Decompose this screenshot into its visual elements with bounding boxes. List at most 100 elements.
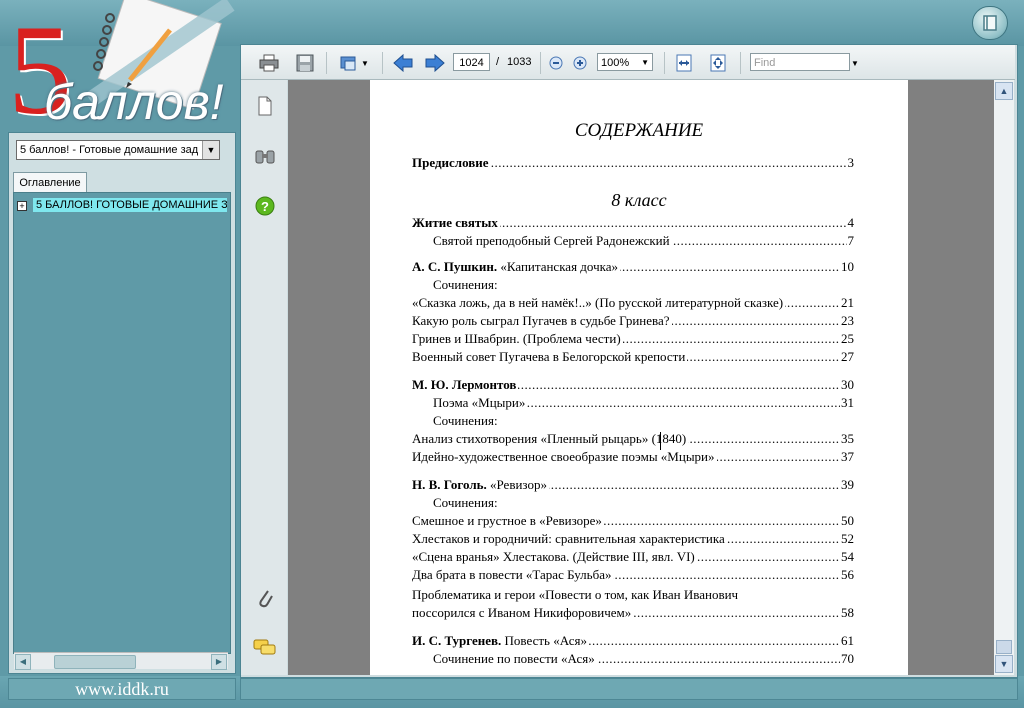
toc-row[interactable]: ........................................… <box>433 232 854 250</box>
toc-row[interactable]: ........................................… <box>412 512 854 530</box>
toc-entry: Анализ стихотворения «Пленный рыцарь» (1… <box>412 430 689 448</box>
exit-button[interactable] <box>972 6 1008 40</box>
toc-row[interactable]: ........................................… <box>412 376 854 394</box>
toc-entry-text: Какую роль сыграл Пугачев в судьбе Грине… <box>412 313 670 328</box>
toc-page-number: 4 <box>846 214 854 232</box>
toc-row[interactable]: ........................................… <box>412 566 854 584</box>
toc-page-number: 52 <box>840 530 854 548</box>
pages-button[interactable] <box>253 94 277 118</box>
toc-row[interactable]: ........................................… <box>412 448 854 466</box>
toc-row[interactable]: Сочинения: <box>433 494 854 512</box>
toc-page-number: 58 <box>840 604 854 622</box>
scroll-left-icon[interactable]: ◀ <box>15 654 31 670</box>
tab-contents[interactable]: Оглавление <box>13 172 87 193</box>
toc-row[interactable]: Проблематика и герои «Повести о том, как… <box>412 586 854 604</box>
toc-row[interactable]: ........................................… <box>412 294 854 312</box>
chevron-down-icon[interactable]: ▼ <box>202 141 219 159</box>
toc-page-number: 25 <box>840 330 854 348</box>
toc-page-number: 70 <box>840 650 854 668</box>
next-page-button[interactable] <box>424 52 446 74</box>
toc-row[interactable]: ........................................… <box>412 258 854 276</box>
toc-page-number: 31 <box>840 394 854 412</box>
toc-entry: Житие святых <box>412 214 500 232</box>
toc-entry: М. Ю. Лермонтов <box>412 376 519 394</box>
fit-width-button[interactable] <box>673 52 695 74</box>
toc-entry-text: поссорился с Иваном Никифоровичем» <box>412 605 632 620</box>
toc-row[interactable]: ........................................… <box>412 632 854 650</box>
scroll-thumb[interactable] <box>996 640 1012 654</box>
find-input[interactable]: Find <box>750 53 850 71</box>
toc-row[interactable]: ........................................… <box>412 214 854 232</box>
toc-entry-author: Н. В. Гоголь. <box>412 477 487 492</box>
toc-entry-text: Поэма «Мцыри» <box>433 395 526 410</box>
toc-entry-text: Смешное и грустное в «Ревизоре» <box>412 513 602 528</box>
chevron-down-icon[interactable]: ▼ <box>849 52 861 74</box>
zoom-out-button[interactable] <box>547 52 565 74</box>
attachments-button[interactable] <box>253 586 277 610</box>
toc-row[interactable]: ........................................… <box>412 430 854 448</box>
scroll-up-icon[interactable]: ▲ <box>995 82 1013 100</box>
zoom-in-button[interactable] <box>571 52 589 74</box>
tree-item[interactable]: 5 БАЛЛОВ! ГОТОВЫЕ ДОМАШНИЕ З <box>33 198 227 212</box>
search-button[interactable] <box>253 144 277 168</box>
previous-page-button[interactable] <box>392 52 414 74</box>
toc-page-number: 54 <box>840 548 854 566</box>
site-link[interactable]: www.iddk.ru <box>8 678 236 700</box>
toc-row[interactable]: ........................................… <box>412 154 854 172</box>
toc-entry-text: «Сцена вранья» Хлестакова. (Действие III… <box>412 549 695 564</box>
toc-entry-author: А. С. Пушкин. <box>412 259 498 274</box>
zoom-select[interactable]: 100% ▼ <box>597 53 653 71</box>
toc-row[interactable]: ........................................… <box>412 330 854 348</box>
scroll-right-icon[interactable]: ▶ <box>211 654 227 670</box>
vertical-scrollbar[interactable]: ▲ ▼ <box>994 80 1014 675</box>
horizontal-scrollbar[interactable]: ◀ ▶ <box>14 652 228 670</box>
toc-row[interactable]: ........................................… <box>412 530 854 548</box>
toc-entry: Поэма «Мцыри» <box>433 394 528 412</box>
toc-entry-text: Военный совет Пугачева в Белогорской кре… <box>412 349 686 364</box>
help-button[interactable]: ? <box>253 194 277 218</box>
toc-entry-text: Хлестаков и городничий: сравнительная ха… <box>412 531 725 546</box>
toc-entry-text: Сочинения: <box>433 495 498 510</box>
toc-page-number: 50 <box>840 512 854 530</box>
toc-entry: Идейно-художественное своеобразие поэмы … <box>412 448 717 466</box>
binoculars-icon <box>255 150 275 164</box>
toc-entry: Два брата в повести «Тарас Бульба» <box>412 566 614 584</box>
toc-row[interactable]: ........................................… <box>412 348 854 366</box>
toc-row[interactable]: ........................................… <box>433 394 854 412</box>
toc-page-number: 3 <box>846 154 854 172</box>
toc-page-number: 21 <box>840 294 854 312</box>
toc-row[interactable]: Сочинения: <box>433 276 854 294</box>
status-bar <box>240 678 1018 700</box>
toc-entry-author: Житие святых <box>412 215 498 230</box>
toc-entry: Проблематика и герои «Повести о том, как… <box>412 586 741 604</box>
scroll-down-icon[interactable]: ▼ <box>995 655 1013 673</box>
save-button[interactable] <box>292 52 318 74</box>
toc-entry-text: Святой преподобный Сергей Радонежский <box>433 233 670 248</box>
toc-entry: Сочинения: <box>433 412 500 430</box>
toc-row[interactable]: Сочинения: <box>433 412 854 430</box>
comments-button[interactable] <box>253 636 277 660</box>
svg-text:?: ? <box>261 199 269 214</box>
expand-icon[interactable]: + <box>17 201 27 211</box>
toc-row[interactable]: ........................................… <box>433 650 854 668</box>
toc-row[interactable]: ........................................… <box>412 312 854 330</box>
document-page: СОДЕРЖАНИЕ 8 класс .....................… <box>370 80 908 675</box>
page-separator: / <box>496 56 500 68</box>
chevron-down-icon: ▼ <box>641 58 649 67</box>
toc-entry-text: «Ревизор» <box>486 477 547 492</box>
document-select[interactable]: 5 баллов! - Готовые домашние зад ▼ <box>16 140 220 160</box>
toc-entry-author: И. С. Тургенев. <box>412 633 502 648</box>
scroll-thumb[interactable] <box>54 655 136 669</box>
chevron-down-icon: ▼ <box>361 58 369 68</box>
toc-row[interactable]: ........................................… <box>412 548 854 566</box>
toc-row[interactable]: ........................................… <box>412 604 854 622</box>
toc-entry-text: Анализ стихотворения «Пленный рыцарь» (1… <box>412 431 687 446</box>
zoom-value: 100% <box>601 57 630 69</box>
print-button[interactable] <box>256 52 282 74</box>
fit-page-button[interactable] <box>707 52 729 74</box>
toc-entry-text: Сочинения: <box>433 413 498 428</box>
toc-row[interactable]: ........................................… <box>412 476 854 494</box>
comments-icon <box>253 639 276 655</box>
select-tool-button[interactable]: ▼ <box>336 52 372 74</box>
page-number-input[interactable]: 1024 <box>453 53 490 71</box>
